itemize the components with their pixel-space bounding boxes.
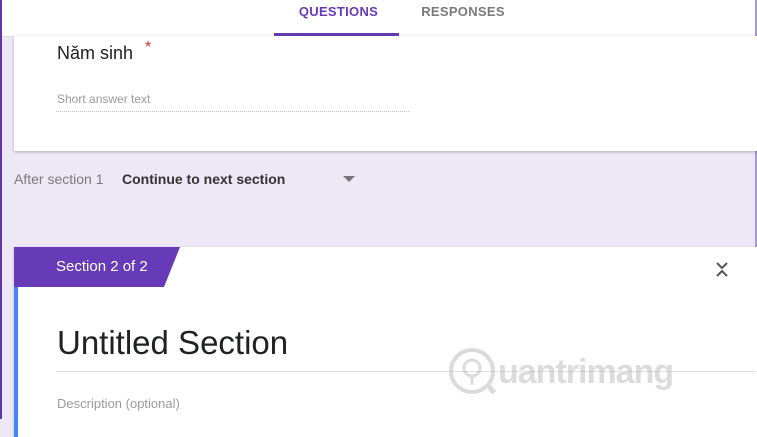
left-edge-bar (0, 0, 2, 419)
section-title[interactable]: Untitled Section (57, 324, 288, 362)
required-asterisk: * (145, 39, 152, 56)
form-tabs-bar: QUESTIONS RESPONSES (2, 0, 755, 37)
after-section-value: Continue to next section (122, 171, 286, 187)
tab-questions[interactable]: QUESTIONS (276, 0, 401, 36)
section-description-field[interactable]: Description (optional) (57, 396, 180, 411)
question-title[interactable]: Năm sinh (57, 43, 133, 64)
question-card[interactable]: Năm sinh * Short answer text (14, 36, 757, 151)
after-section-label: After section 1 (14, 171, 104, 187)
collapse-icon[interactable] (711, 257, 733, 281)
section-badge: Section 2 of 2 (14, 247, 180, 287)
section-focus-accent (14, 287, 18, 437)
lightbulb-logo-icon (449, 348, 496, 395)
short-answer-underline (56, 111, 409, 112)
watermark-text: uantrimang (498, 353, 674, 391)
tab-responses[interactable]: RESPONSES (402, 0, 524, 36)
section-card[interactable]: Section 2 of 2 Untitled Section Descript… (14, 247, 757, 437)
after-section-dropdown[interactable]: Continue to next section (122, 170, 356, 192)
watermark: uantrimang (448, 343, 748, 403)
short-answer-placeholder: Short answer text (57, 92, 151, 106)
section-badge-label: Section 2 of 2 (56, 258, 148, 275)
dropdown-caret-icon (343, 176, 355, 182)
